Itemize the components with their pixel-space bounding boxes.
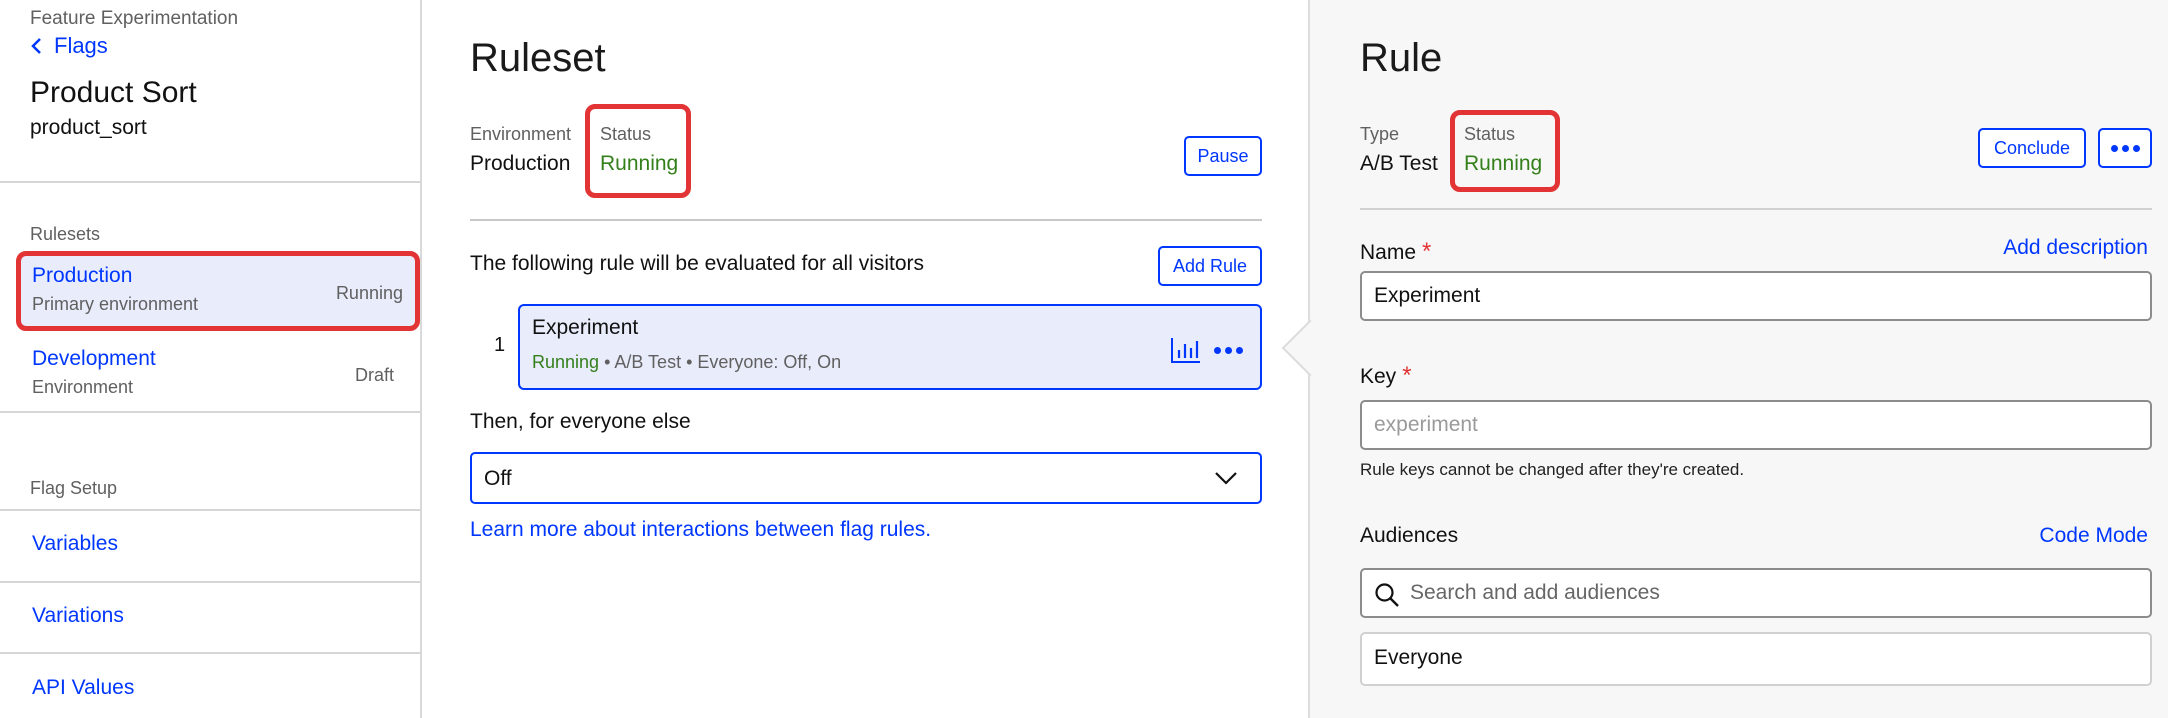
rule-meta: Running • A/B Test • Everyone: Off, On — [532, 352, 841, 373]
name-label: Name * — [1360, 238, 1432, 265]
app-name: Feature Experimentation — [30, 8, 239, 29]
rule-status: Running — [532, 352, 600, 372]
ruleset-item-development[interactable]: Development Environment Draft — [20, 335, 416, 415]
ruleset-item-production[interactable]: Production Primary environment Running — [16, 251, 420, 331]
flag-key: product_sort — [30, 116, 147, 139]
pause-button[interactable]: Pause — [1184, 136, 1262, 176]
add-rule-button[interactable]: Add Rule — [1158, 246, 1262, 286]
rule-title: Rule — [1360, 36, 1443, 80]
fallback-variation-select[interactable]: Off — [470, 452, 1262, 504]
conclude-button[interactable]: Conclude — [1978, 128, 2086, 168]
key-label: Key * — [1360, 362, 1412, 389]
sidebar-item-api-values[interactable]: API Values — [32, 676, 134, 700]
audiences-label: Audiences — [1360, 524, 1459, 547]
rule-name: Experiment — [532, 316, 639, 339]
status-badge: Running — [1464, 152, 1543, 175]
rule-name-input[interactable] — [1360, 271, 2152, 321]
add-description-link[interactable]: Add description — [2003, 236, 2148, 260]
code-mode-link[interactable]: Code Mode — [2039, 524, 2148, 548]
environment-value: Production — [470, 152, 571, 175]
chevron-left-icon — [31, 38, 41, 54]
type-value: A/B Test — [1360, 152, 1438, 175]
divider — [0, 581, 420, 583]
ruleset-name: Production — [32, 264, 133, 287]
evaluated-text: The following rule will be evaluated for… — [470, 252, 925, 275]
ruleset-name: Development — [32, 347, 156, 370]
back-label: Flags — [54, 33, 108, 58]
ruleset-description: Primary environment — [32, 294, 199, 314]
chevron-down-icon — [1215, 472, 1237, 485]
environment-label: Environment — [470, 124, 572, 144]
flag-setup-heading: Flag Setup — [30, 478, 118, 498]
rule-index: 1 — [494, 334, 506, 356]
rule-card-experiment[interactable]: Experiment Running • A/B Test • Everyone… — [518, 304, 1262, 390]
divider — [0, 181, 420, 183]
divider — [1360, 208, 2152, 210]
type-label: Type — [1360, 124, 1400, 144]
rule-details: • A/B Test • Everyone: Off, On — [599, 352, 842, 372]
ruleset-panel: Ruleset Environment Production Status Ru… — [424, 0, 1308, 718]
learn-more-link[interactable]: Learn more about interactions between fl… — [470, 518, 931, 542]
sidebar-item-variations[interactable]: Variations — [32, 604, 124, 628]
audience-search[interactable] — [1360, 568, 2152, 618]
results-chart-icon[interactable] — [1170, 336, 1202, 364]
divider — [0, 411, 420, 413]
status-highlight — [585, 104, 691, 198]
rulesets-heading: Rulesets — [30, 224, 101, 244]
key-help-text: Rule keys cannot be changed after they'r… — [1360, 460, 1745, 479]
rule-key-input[interactable] — [1360, 400, 2152, 450]
sidebar-item-variables[interactable]: Variables — [32, 532, 118, 556]
sidebar: Feature Experimentation Flags Product So… — [0, 0, 422, 718]
fallback-value: Off — [484, 467, 512, 490]
ruleset-status: Running — [335, 283, 403, 303]
audience-item-everyone[interactable]: Everyone — [1360, 632, 2152, 686]
status-badge: Running — [600, 152, 679, 175]
status-label: Status — [1464, 124, 1516, 144]
more-options-button[interactable] — [2098, 128, 2152, 168]
more-options-icon[interactable] — [1210, 336, 1246, 364]
search-icon — [1375, 583, 1399, 607]
status-highlight — [1450, 110, 1560, 192]
audience-name: Everyone — [1374, 646, 1463, 669]
flag-name: Product Sort — [30, 76, 197, 109]
divider — [0, 652, 420, 654]
ruleset-status: Draft — [354, 365, 394, 385]
everyone-else-text: Then, for everyone else — [470, 410, 691, 433]
divider — [470, 219, 1262, 221]
status-label: Status — [600, 124, 652, 144]
divider — [0, 509, 420, 511]
audience-search-input[interactable] — [1410, 570, 2140, 616]
ruleset-description: Environment — [32, 377, 134, 397]
page-title: Ruleset — [470, 36, 606, 80]
back-to-flags-link[interactable]: Flags — [30, 33, 108, 59]
rule-panel: Rule Type A/B Test Status Running Conclu… — [1281, 0, 2168, 718]
